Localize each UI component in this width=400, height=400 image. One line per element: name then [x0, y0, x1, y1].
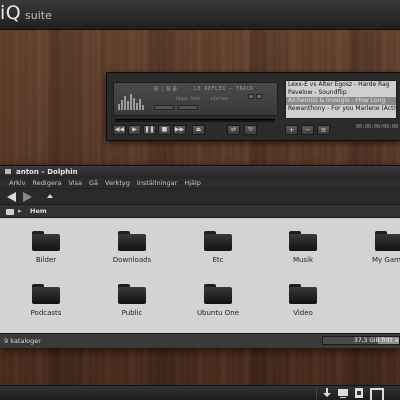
window-titlebar[interactable]: anton – Dolphin [0, 166, 400, 178]
window-menu-icon[interactable] [5, 169, 11, 174]
folder-item[interactable]: Public [102, 284, 162, 317]
folder-label: Public [121, 309, 143, 317]
breadcrumb: ▸ Hem [0, 204, 400, 218]
playlist-item[interactable]: Lexx-E vs Alter Egosz - Harde Rag [286, 81, 396, 89]
bitrate: kbps khz [176, 96, 201, 102]
add-button[interactable]: + [285, 125, 298, 135]
track-title: LE REFLEX — TRACK [194, 86, 254, 92]
folder-item[interactable]: Etc [188, 231, 248, 264]
menu-ga[interactable]: Gå [89, 178, 98, 188]
folder-icon [289, 231, 317, 251]
playlist-buttons: + − ≡ [285, 125, 330, 135]
system-tray [316, 387, 384, 400]
playlist: Lexx-E vs Alter Egosz - Harde Rag Pavelo… [285, 80, 397, 119]
monitor-icon[interactable] [337, 387, 349, 399]
play-button[interactable]: ▶ [128, 125, 141, 135]
folder-label: Ubuntu One [196, 309, 240, 317]
menu-arkiv[interactable]: Arkiv [9, 178, 26, 188]
folder-icon [32, 284, 60, 304]
player-time: 0:00 [154, 85, 179, 93]
list-button[interactable]: ≡ [317, 125, 330, 135]
pause-button[interactable]: ❚❚ [143, 125, 156, 135]
breadcrumb-separator-icon: ▸ [18, 207, 22, 215]
folder-label: Bilder [35, 256, 57, 264]
stop-button[interactable]: ■ [158, 125, 171, 135]
folder-item[interactable]: Video [273, 284, 333, 317]
folder-label: Video [293, 309, 313, 317]
folder-icon [118, 231, 146, 251]
folder-label: My Games [372, 256, 400, 264]
folder-label: Etc [212, 256, 224, 264]
shuffle-button[interactable]: ⇄ [227, 125, 240, 135]
logo: iQ [0, 2, 22, 24]
repeat-button[interactable]: ↻ [244, 125, 257, 135]
folder-icon [375, 231, 400, 251]
folder-icon [32, 231, 60, 251]
playlist-item-selected[interactable]: Alchemist & Inveigle - How Long [286, 97, 396, 105]
remove-button[interactable]: − [301, 125, 314, 135]
eq-pl-toggles [248, 94, 262, 99]
folder-icon [289, 284, 317, 304]
volume-balance [154, 105, 198, 110]
menu-visa[interactable]: Visa [68, 178, 81, 188]
media-player: 0:00 LE REFLEX — TRACK kbps khz stereo ◀… [106, 72, 400, 141]
folder-label: Downloads [112, 256, 152, 264]
folder-icon [118, 284, 146, 304]
spectrum-visualizer [118, 92, 144, 110]
folder-item[interactable]: Ubuntu One [188, 284, 248, 317]
dolphin-window: anton – Dolphin Arkiv Redigera Visa Gå V… [0, 165, 400, 348]
playlist-item[interactable]: Rewanthony - For you Marlene (Activat [286, 105, 396, 113]
free-space-text: 37,3 GiB fritt av ledigt [354, 337, 399, 344]
menu-bar: Arkiv Redigera Visa Gå Verktyg Inställni… [0, 178, 400, 188]
previous-button[interactable]: ◀◀ [113, 125, 126, 135]
folder-item[interactable]: Downloads [102, 231, 162, 264]
player-display: 0:00 LE REFLEX — TRACK kbps khz stereo [113, 82, 278, 116]
pl-toggle[interactable] [256, 94, 262, 99]
logo-suite: suite [25, 9, 52, 22]
folder-item[interactable]: Bilder [16, 231, 76, 264]
download-icon[interactable] [321, 387, 333, 399]
menu-installningar[interactable]: Inställningar [137, 178, 177, 188]
window-icon[interactable] [369, 387, 384, 400]
folder-label: Musik [292, 256, 314, 264]
folder-item[interactable]: Musik [273, 231, 333, 264]
playlist-item[interactable]: Pavelow - Soundflip [286, 89, 396, 97]
folder-icon [204, 231, 232, 251]
toolbar [0, 188, 400, 204]
back-arrow-icon[interactable] [7, 192, 16, 202]
up-arrow-icon[interactable] [47, 194, 53, 198]
next-button[interactable]: ▶▶ [173, 125, 186, 135]
breadcrumb-home[interactable]: Hem [30, 207, 47, 215]
status-bar: 9 kataloger 37,3 GiB fritt av ledigt [0, 333, 400, 348]
folder-item[interactable]: Podcasts [16, 284, 76, 317]
eject-button[interactable]: ⏏ [192, 125, 205, 135]
balance-slider[interactable] [178, 105, 198, 110]
seek-bar[interactable] [115, 119, 275, 122]
folder-icon [204, 284, 232, 304]
forward-arrow-icon[interactable] [23, 192, 32, 202]
playlist-time: 00:00:00/00:00 [356, 124, 399, 130]
channels: stereo [210, 96, 229, 102]
eq-toggle[interactable] [248, 94, 254, 99]
notes-icon[interactable] [353, 387, 365, 399]
menu-redigera[interactable]: Redigera [33, 178, 62, 188]
folder-label: Podcasts [30, 309, 62, 317]
folder-count: 9 kataloger [4, 337, 41, 345]
file-view: Bilder Downloads Etc Musik My Games Podc… [0, 220, 400, 333]
folder-item[interactable]: My Games [360, 231, 400, 264]
menu-verktyg[interactable]: Verktyg [105, 178, 130, 188]
window-title: anton – Dolphin [16, 168, 78, 176]
top-bar: iQ suite [0, 0, 400, 30]
menu-hjalp[interactable]: Hjälp [184, 178, 201, 188]
transport-controls: ◀◀ ▶ ❚❚ ■ ▶▶ ⏏ ⇄ ↻ [113, 125, 257, 135]
bottom-panel [0, 385, 400, 400]
volume-slider[interactable] [154, 105, 174, 110]
places-folder-icon[interactable] [6, 209, 14, 215]
disk-space-bar: 37,3 GiB fritt av ledigt [322, 336, 400, 345]
